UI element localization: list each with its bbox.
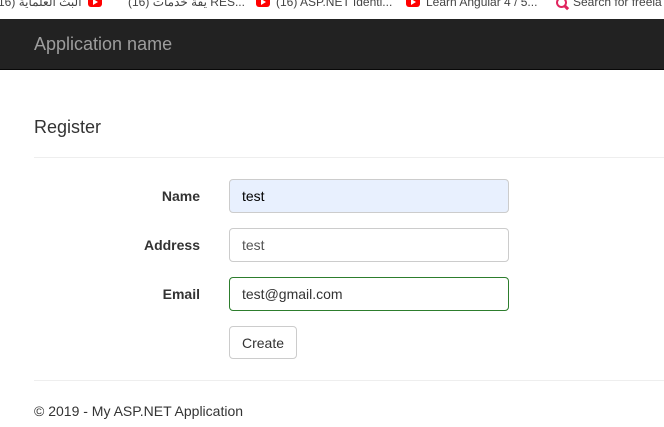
- youtube-icon: [87, 0, 102, 7]
- divider: [34, 380, 664, 381]
- divider: [34, 157, 664, 158]
- page-title: Register: [34, 117, 102, 137]
- name-input[interactable]: [229, 179, 509, 213]
- youtube-icon: [256, 0, 270, 7]
- bookmarks-bar: (16) البث العلماية (16) يقة خدمات RES...…: [0, 0, 664, 19]
- bookmark-label: (16) ASP.NET Identi...: [276, 0, 393, 9]
- bookmark-item[interactable]: (16) البث العلماية: [0, 0, 102, 11]
- search-icon: [556, 0, 567, 8]
- bookmark-label: Learn Angular 4 / 5...: [426, 0, 538, 9]
- bookmark-label: (16) البث العلماية: [0, 0, 82, 9]
- bookmark-label: Search for freela: [573, 0, 662, 9]
- youtube-icon: [406, 0, 420, 7]
- bookmark-item[interactable]: (16) يقة خدمات RES...: [128, 0, 245, 11]
- bookmark-item[interactable]: Search for freela: [556, 0, 662, 11]
- bookmark-label: (16) يقة خدمات RES...: [128, 0, 245, 9]
- footer-text: © 2019 - My ASP.NET Application: [34, 403, 244, 419]
- create-button[interactable]: Create: [229, 326, 297, 359]
- navbar-brand[interactable]: Application name: [34, 34, 172, 55]
- navbar: Application name: [0, 19, 664, 70]
- address-input[interactable]: [229, 228, 509, 262]
- bookmark-item[interactable]: (16) ASP.NET Identi...: [256, 0, 392, 11]
- email-label: Email: [162, 286, 200, 302]
- name-label: Name: [161, 188, 200, 204]
- email-input[interactable]: [229, 277, 509, 311]
- bookmark-item[interactable]: Learn Angular 4 / 5...: [406, 0, 537, 11]
- address-label: Address: [143, 237, 200, 253]
